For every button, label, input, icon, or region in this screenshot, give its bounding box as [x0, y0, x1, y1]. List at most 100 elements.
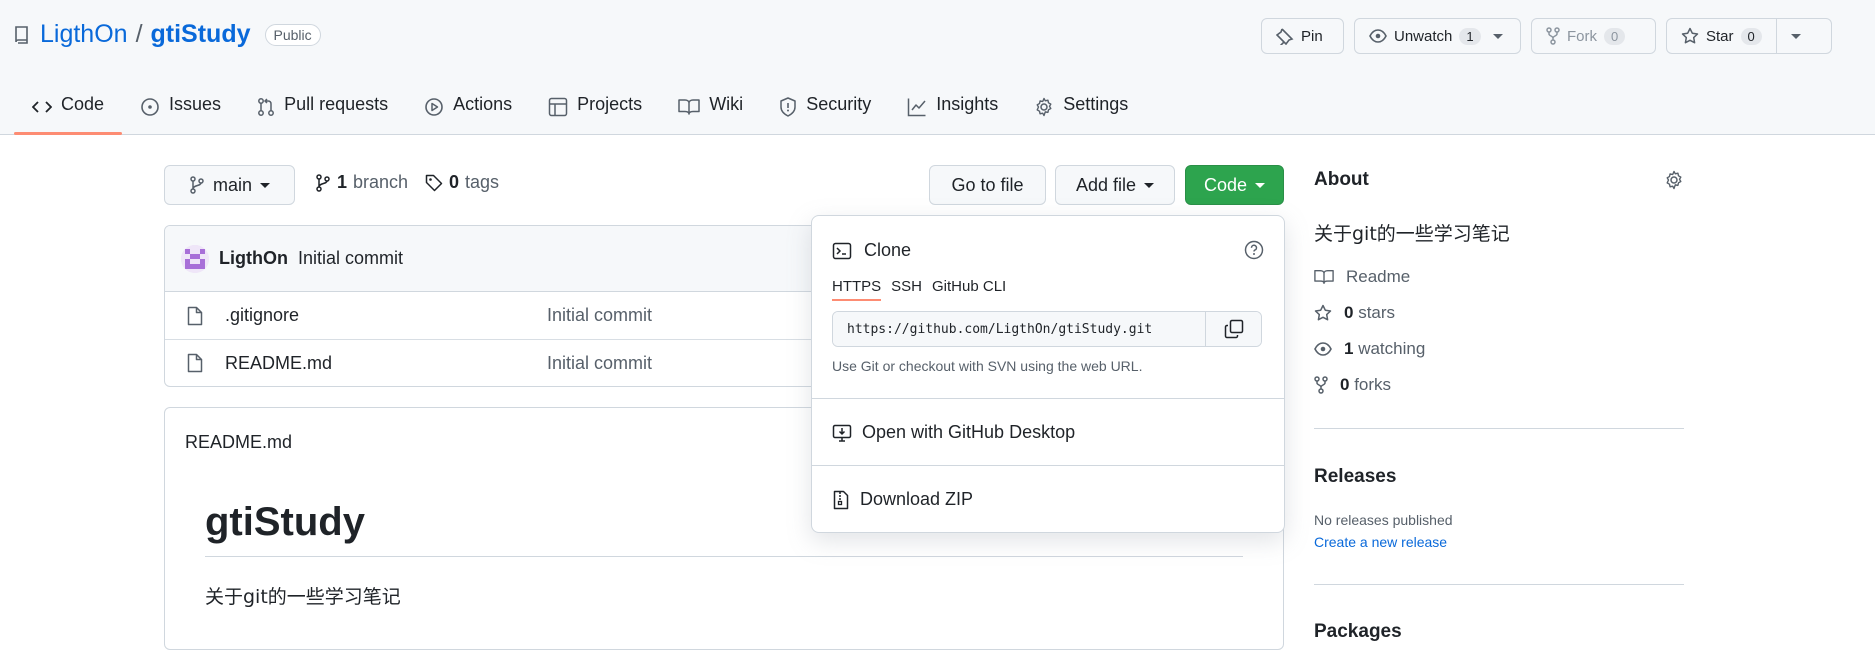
pull-request-icon	[257, 94, 275, 117]
tag-label: tags	[465, 172, 500, 192]
unwatch-button[interactable]: Unwatch 1	[1354, 18, 1521, 54]
readme-link[interactable]: Readme	[1314, 267, 1410, 287]
add-file-label: Add file	[1075, 174, 1137, 195]
tab-label: Settings	[1063, 94, 1129, 114]
chevron-down-icon	[1144, 182, 1155, 188]
repo-owner-link[interactable]: LigthOn	[40, 20, 128, 49]
pin-label: Pin	[1301, 27, 1323, 45]
fork-icon	[1314, 376, 1328, 394]
divider	[1314, 428, 1684, 429]
code-button[interactable]: Code	[1185, 165, 1284, 205]
star-label: Star	[1706, 27, 1734, 45]
eye-icon	[1369, 29, 1387, 43]
tab-label: Wiki	[709, 94, 744, 114]
forks-link[interactable]: 0 forks	[1314, 375, 1391, 395]
tab-insights[interactable]: Insights	[889, 90, 1016, 135]
watching-link[interactable]: 1 watching	[1314, 339, 1425, 359]
branch-icon	[315, 173, 331, 192]
file-name[interactable]: .gitignore	[225, 305, 299, 326]
unwatch-label: Unwatch	[1394, 27, 1453, 45]
star-button[interactable]: Star 0	[1666, 18, 1832, 54]
tab-https[interactable]: HTTPS	[832, 278, 882, 301]
unwatch-dropdown[interactable]	[1491, 19, 1509, 53]
file-commit-message[interactable]: Initial commit	[547, 353, 652, 374]
graph-icon	[907, 94, 927, 117]
code-dropdown-menu: Clone HTTPS SSH GitHub CLI https://githu…	[811, 215, 1285, 533]
clone-url-input[interactable]: https://github.com/LigthOn/gtiStudy.git	[833, 312, 1205, 346]
tab-settings[interactable]: Settings	[1016, 90, 1146, 135]
commit-author[interactable]: LigthOn	[219, 248, 288, 269]
terminal-icon	[832, 241, 852, 261]
gear-icon[interactable]	[1664, 170, 1684, 190]
tab-label: Actions	[453, 94, 513, 114]
tags-link[interactable]: 0 tags	[425, 172, 499, 193]
commit-message[interactable]: Initial commit	[298, 248, 403, 269]
file-name[interactable]: README.md	[225, 353, 332, 374]
fork-button[interactable]: Fork 0	[1531, 18, 1656, 54]
tab-security[interactable]: Security	[761, 90, 889, 135]
tab-ssh[interactable]: SSH	[891, 278, 922, 295]
tab-github-cli[interactable]: GitHub CLI	[932, 278, 1006, 295]
divider	[812, 465, 1284, 466]
question-icon[interactable]	[1244, 240, 1264, 260]
tab-wiki[interactable]: Wiki	[660, 90, 761, 135]
download-zip-button[interactable]: Download ZIP	[832, 489, 973, 510]
clone-title: Clone	[864, 240, 912, 260]
star-count: 0	[1740, 27, 1762, 45]
chevron-down-icon	[1790, 33, 1801, 39]
copy-button[interactable]	[1205, 312, 1261, 346]
no-releases-text: No releases published	[1314, 512, 1453, 528]
tab-label: Insights	[936, 94, 999, 114]
branch-select-button[interactable]: main	[164, 165, 295, 205]
tab-code[interactable]: Code	[14, 90, 123, 135]
book-icon	[1314, 268, 1334, 286]
download-zip-label: Download ZIP	[860, 489, 974, 509]
tab-label: Projects	[577, 94, 643, 114]
readme-label: Readme	[1346, 267, 1411, 286]
packages-heading[interactable]: Packages	[1314, 621, 1402, 643]
tab-projects[interactable]: Projects	[530, 90, 660, 135]
clone-protocol-tabs: HTTPS SSH GitHub CLI	[832, 278, 1006, 301]
file-icon	[187, 306, 203, 326]
tab-label: Code	[61, 94, 105, 114]
tab-label: Security	[806, 94, 872, 114]
forks-count: 0	[1340, 375, 1350, 394]
branch-name: main	[212, 174, 252, 195]
go-to-file-button[interactable]: Go to file	[929, 165, 1046, 205]
code-icon	[32, 94, 52, 116]
branches-link[interactable]: 1 branch	[315, 172, 408, 193]
pin-button[interactable]: Pin	[1261, 18, 1344, 54]
watching-label: watching	[1358, 339, 1426, 358]
table-icon	[548, 94, 568, 117]
repo-icon	[14, 25, 30, 44]
shield-icon	[779, 94, 797, 117]
readme-title: gtiStudy	[205, 500, 365, 544]
repo-name-link[interactable]: gtiStudy	[151, 20, 251, 49]
divider	[812, 398, 1284, 399]
open-github-desktop-label: Open with GitHub Desktop	[862, 422, 1076, 442]
tab-label: Pull requests	[284, 94, 389, 114]
tab-pull-requests[interactable]: Pull requests	[239, 90, 406, 135]
stars-link[interactable]: 0 stars	[1314, 303, 1395, 323]
star-dropdown[interactable]	[1777, 19, 1815, 53]
star-icon	[1681, 27, 1699, 45]
branch-label: branch	[353, 172, 409, 192]
create-release-link[interactable]: Create a new release	[1314, 534, 1447, 550]
avatar[interactable]	[181, 244, 209, 273]
clone-url-field: https://github.com/LigthOn/gtiStudy.git	[832, 311, 1262, 347]
file-icon	[187, 353, 203, 373]
eye-icon	[1314, 342, 1332, 356]
forks-label: forks	[1354, 375, 1392, 394]
open-github-desktop-button[interactable]: Open with GitHub Desktop	[832, 422, 1075, 443]
pin-icon	[1276, 27, 1294, 45]
chevron-down-icon	[1492, 33, 1503, 39]
releases-heading[interactable]: Releases	[1314, 466, 1396, 488]
stars-label: stars	[1358, 303, 1396, 322]
divider	[1314, 584, 1684, 585]
add-file-button[interactable]: Add file	[1055, 165, 1175, 205]
file-commit-message[interactable]: Initial commit	[547, 305, 652, 326]
readme-header[interactable]: README.md	[185, 432, 292, 453]
tab-actions[interactable]: Actions	[406, 90, 530, 135]
tab-issues[interactable]: Issues	[122, 90, 239, 135]
fork-icon	[1546, 27, 1560, 45]
